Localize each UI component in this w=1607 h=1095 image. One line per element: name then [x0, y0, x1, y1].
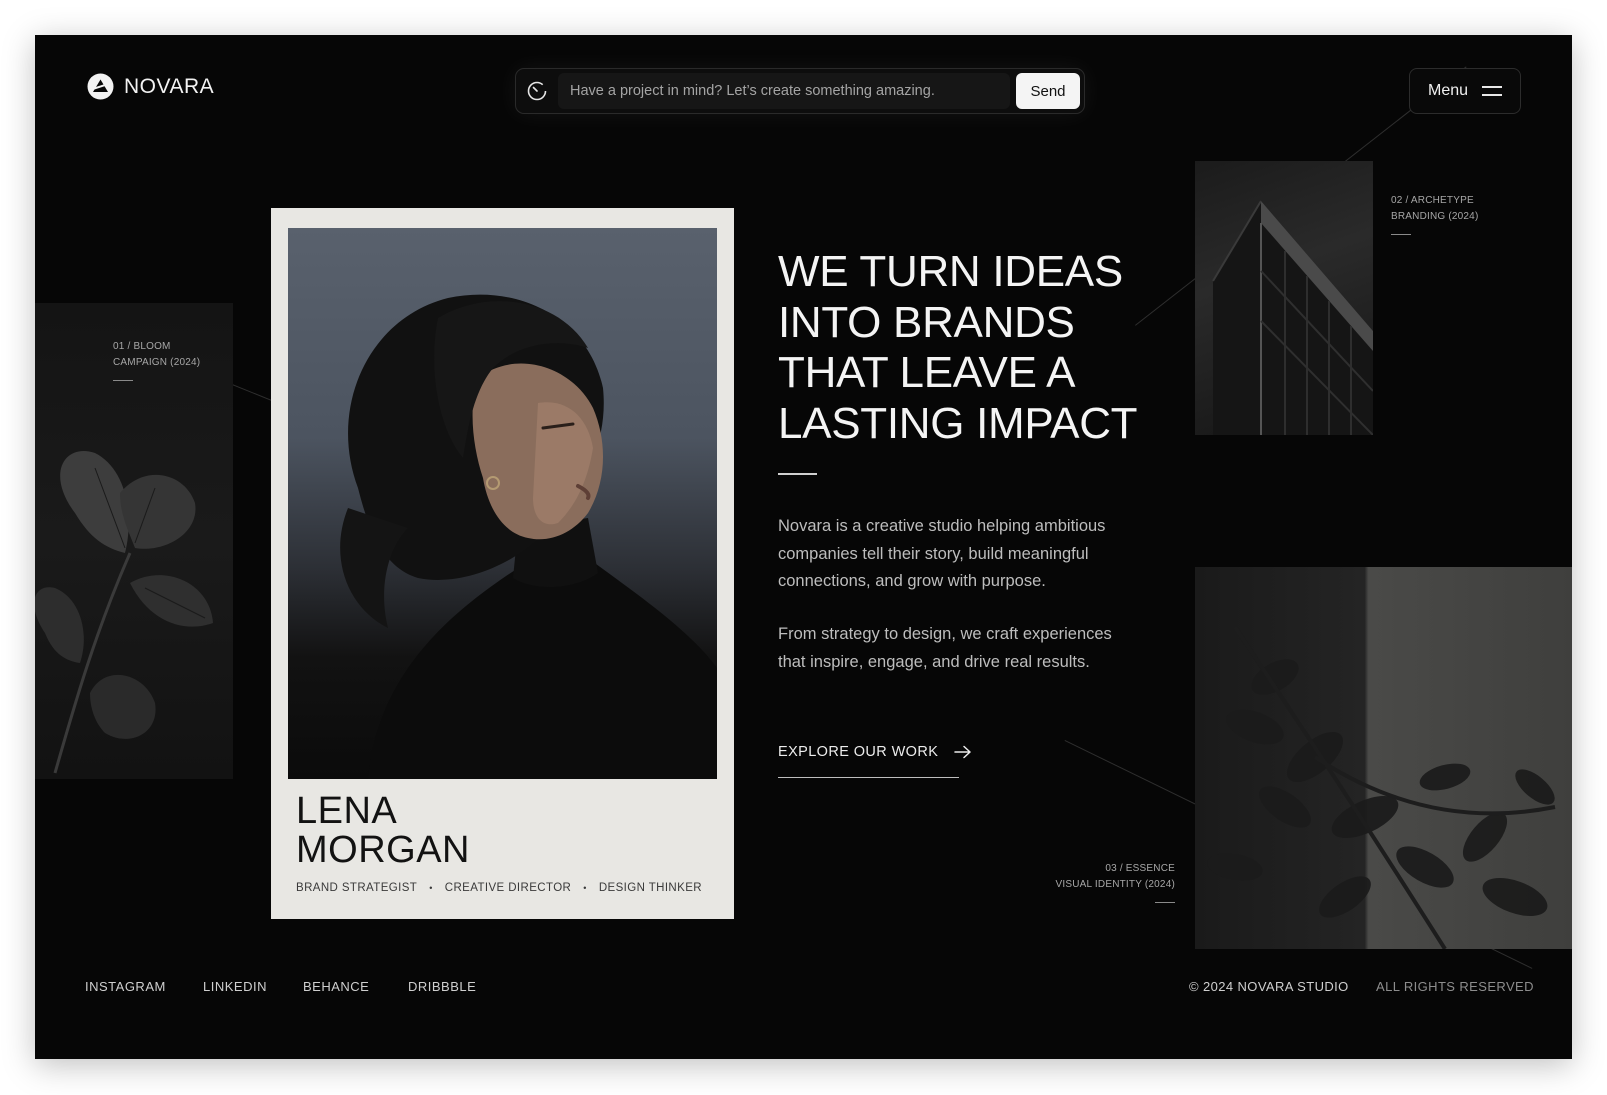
headline-line: INTO BRANDS	[778, 297, 1075, 347]
explore-underline	[778, 777, 959, 778]
role-separator: •	[429, 883, 433, 893]
project-type: CAMPAIGN (2024)	[113, 357, 201, 368]
brand-name: NOVARA	[124, 74, 215, 98]
footer-link-instagram[interactable]: INSTAGRAM	[85, 979, 166, 994]
approach-paragraph: From strategy to design, we craft experi…	[778, 625, 1112, 671]
project-prompt-bar: Send	[515, 68, 1085, 114]
role-item: CREATIVE DIRECTOR	[444, 882, 572, 894]
rights-reserved: ALL RIGHTS RESERVED	[1376, 979, 1534, 994]
hero-headline: WE TURN IDEAS INTO BRANDS THAT LEAVE A L…	[778, 247, 1158, 449]
portrait-photo	[288, 228, 717, 779]
explore-work-link[interactable]: EXPLORE OUR WORK	[778, 744, 972, 760]
role-separator: •	[583, 883, 587, 893]
headline-divider	[778, 473, 817, 475]
project-type: VISUAL IDENTITY (2024)	[1055, 879, 1175, 890]
timer-icon[interactable]	[526, 80, 548, 102]
project-prompt-input[interactable]	[558, 73, 1010, 109]
project-number: 01 / BLOOM	[113, 341, 171, 352]
footer-link-behance[interactable]: BEHANCE	[303, 979, 369, 994]
headline-line: THAT LEAVE A	[778, 348, 1076, 397]
send-button[interactable]: Send	[1016, 73, 1080, 109]
project-number: 02 / ARCHETYPE	[1391, 195, 1474, 206]
menu-button[interactable]: Menu	[1409, 68, 1521, 114]
role-list: BRAND STRATEGIST • CREATIVE DIRECTOR • D…	[296, 882, 702, 894]
brand-logo[interactable]: NOVARA	[87, 73, 214, 100]
first-name: LENA	[296, 790, 398, 832]
role-item: BRAND STRATEGIST	[296, 882, 418, 894]
divider	[1391, 234, 1411, 235]
explore-label: EXPLORE OUR WORK	[778, 744, 939, 760]
project-label-essence: 03 / ESSENCE VISUAL IDENTITY (2024)	[1045, 861, 1175, 903]
project-label-archetype: 02 / ARCHETYPE BRANDING (2024)	[1391, 193, 1478, 235]
project-card-archetype[interactable]	[1195, 161, 1373, 435]
project-type: BRANDING (2024)	[1391, 211, 1479, 222]
page-frame: NOVARA Send Menu 01 / BLOOM CAMPAIGN (20…	[35, 35, 1572, 1059]
intro-paragraph: Novara is a creative studio helping ambi…	[778, 517, 1106, 590]
project-card-bloom[interactable]: 01 / BLOOM CAMPAIGN (2024)	[35, 303, 233, 779]
portrait-illustration	[340, 294, 717, 779]
footer-link-dribbble[interactable]: DRIBBBLE	[408, 979, 476, 994]
novara-logo-icon	[87, 73, 114, 100]
footer-link-linkedin[interactable]: LINKEDIN	[203, 979, 267, 994]
headline-line: WE TURN IDEAS	[778, 247, 1123, 296]
headline-line: LASTING IMPACT	[778, 398, 1138, 448]
menu-label: Menu	[1427, 82, 1469, 99]
leaf-shadow-image	[1207, 625, 1556, 949]
project-number: 03 / ESSENCE	[1105, 863, 1175, 874]
profile-card: LENA MORGAN BRAND STRATEGIST • CREATIVE …	[271, 208, 734, 919]
copyright: © 2024 NOVARA STUDIO	[1189, 979, 1349, 994]
divider	[113, 380, 133, 381]
last-name: MORGAN	[296, 829, 470, 871]
arrow-right-icon	[954, 745, 972, 759]
divider	[1155, 902, 1175, 903]
project-label-bloom: 01 / BLOOM CAMPAIGN (2024)	[113, 339, 200, 381]
person-name: LENA MORGAN	[296, 792, 470, 870]
role-item: DESIGN THINKER	[598, 882, 702, 894]
hamburger-icon	[1482, 86, 1503, 96]
building-image	[1212, 200, 1373, 435]
project-card-essence[interactable]	[1195, 567, 1572, 949]
